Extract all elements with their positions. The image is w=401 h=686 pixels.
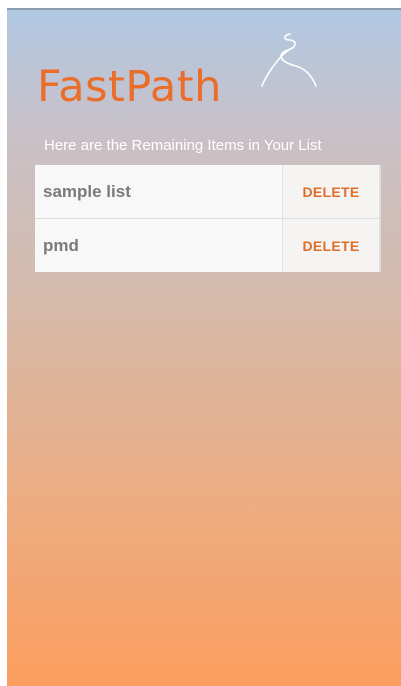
list-item-label: sample list (43, 181, 131, 201)
delete-button[interactable]: DELETE (282, 165, 381, 218)
list-item[interactable]: sample list DELETE (35, 165, 381, 219)
app-screen: FastPath Here are the Remaining Items in… (7, 8, 401, 686)
list-item[interactable]: pmd DELETE (35, 219, 381, 272)
list-item-label: pmd (43, 235, 79, 255)
delete-button[interactable]: DELETE (282, 219, 381, 272)
list-subtitle: Here are the Remaining Items in Your Lis… (44, 137, 322, 154)
winding-path-icon (261, 33, 317, 87)
status-bar-edge (7, 8, 401, 10)
remaining-items-list: sample list DELETE pmd DELETE (35, 165, 381, 272)
app-title: FastPath (37, 62, 222, 112)
